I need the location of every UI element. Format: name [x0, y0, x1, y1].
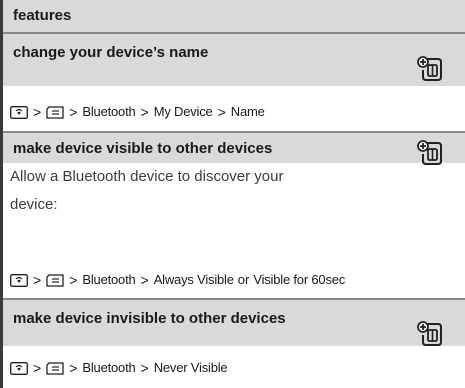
path-separator: >: [69, 360, 78, 376]
path-item: My Device: [153, 104, 213, 119]
menu-key-icon: [10, 273, 28, 287]
feature-path: > > Bluetooth > Always Visible or Visibl…: [10, 272, 345, 288]
path-separator: >: [69, 104, 78, 120]
list-key-icon: [46, 273, 64, 287]
table-header-row: features: [3, 0, 465, 32]
list-key-icon: [46, 361, 64, 375]
phone-plus-feature-icon: [417, 140, 443, 166]
feature-title: make device visible to other devices: [13, 140, 273, 157]
table-header-title: features: [13, 7, 72, 24]
menu-key-icon: [10, 105, 28, 119]
description-line: Allow a Bluetooth device to discover you…: [10, 168, 284, 185]
menu-key-icon: [10, 361, 28, 375]
path-item: Bluetooth: [82, 272, 136, 287]
path-separator: >: [140, 272, 149, 288]
feature-title: change your device’s name: [13, 44, 209, 61]
path-item-alternative: Visible for 60sec: [253, 272, 346, 287]
path-item: Name: [230, 104, 265, 119]
path-separator: >: [217, 104, 226, 120]
path-item: Never Visible: [153, 360, 228, 375]
path-separator: >: [140, 104, 149, 120]
path-separator: >: [33, 360, 42, 376]
path-separator: >: [33, 104, 42, 120]
path-or-text: or: [237, 272, 250, 287]
feature-path: > > Bluetooth > Never Visible: [10, 360, 228, 376]
list-key-icon: [46, 105, 64, 119]
phone-plus-feature-icon: [417, 321, 443, 347]
path-separator: >: [33, 272, 42, 288]
features-table: features change your device’s name > > B…: [0, 0, 465, 388]
feature-title: make device invisible to other devices: [13, 310, 286, 327]
phone-plus-feature-icon: [417, 56, 443, 82]
feature-title-row: change your device’s name: [3, 34, 465, 86]
feature-description: Allow a Bluetooth device to discover you…: [10, 163, 350, 219]
description-line: device:: [10, 196, 58, 213]
path-separator: >: [69, 272, 78, 288]
path-item: Bluetooth: [82, 360, 136, 375]
feature-path: > > Bluetooth > My Device > Name: [10, 104, 265, 120]
feature-title-row: make device visible to other devices: [3, 133, 465, 163]
path-item: Bluetooth: [82, 104, 136, 119]
path-separator: >: [140, 360, 149, 376]
feature-title-row: make device invisible to other devices: [3, 300, 465, 346]
path-item: Always Visible: [153, 272, 234, 287]
